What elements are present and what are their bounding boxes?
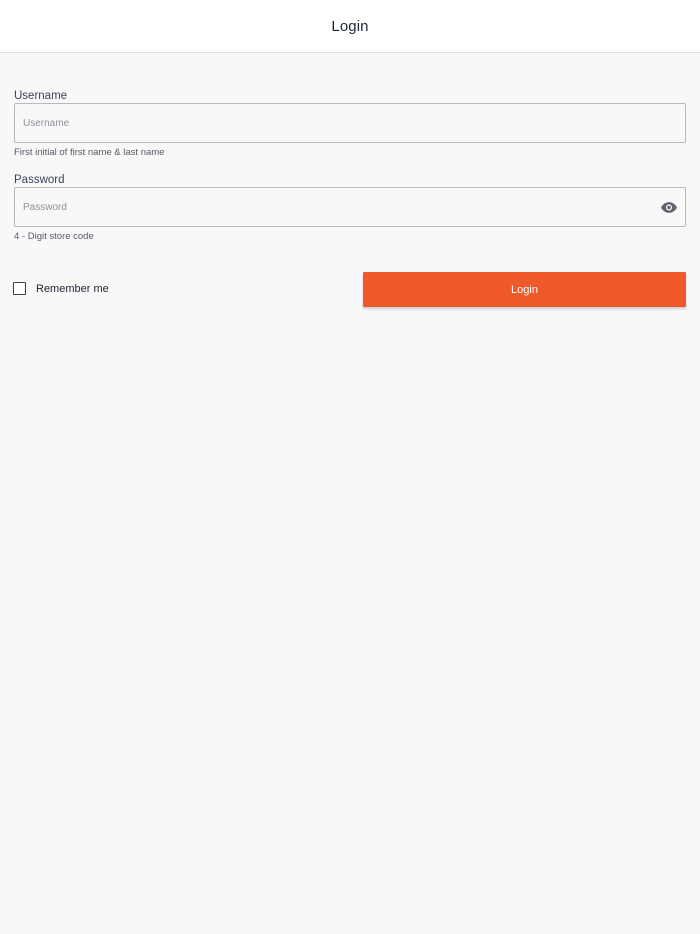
password-label: Password: [14, 174, 65, 186]
password-field: [14, 187, 686, 227]
username-helper-text: First initial of first name & last name: [14, 147, 165, 158]
remember-me-checkbox[interactable]: [13, 282, 26, 295]
password-helper-text: 4 - Digit store code: [14, 231, 94, 242]
username-field: [14, 103, 686, 143]
username-label: Username: [14, 90, 68, 102]
remember-me-toggle[interactable]: Remember me: [13, 282, 109, 295]
remember-me-label: Remember me: [36, 282, 109, 295]
eye-icon[interactable]: [660, 200, 677, 215]
username-input[interactable]: [15, 104, 685, 142]
app-header: Login: [0, 0, 700, 53]
password-input[interactable]: [15, 188, 685, 226]
login-button[interactable]: Login: [363, 272, 686, 307]
page-title: Login: [331, 17, 369, 35]
